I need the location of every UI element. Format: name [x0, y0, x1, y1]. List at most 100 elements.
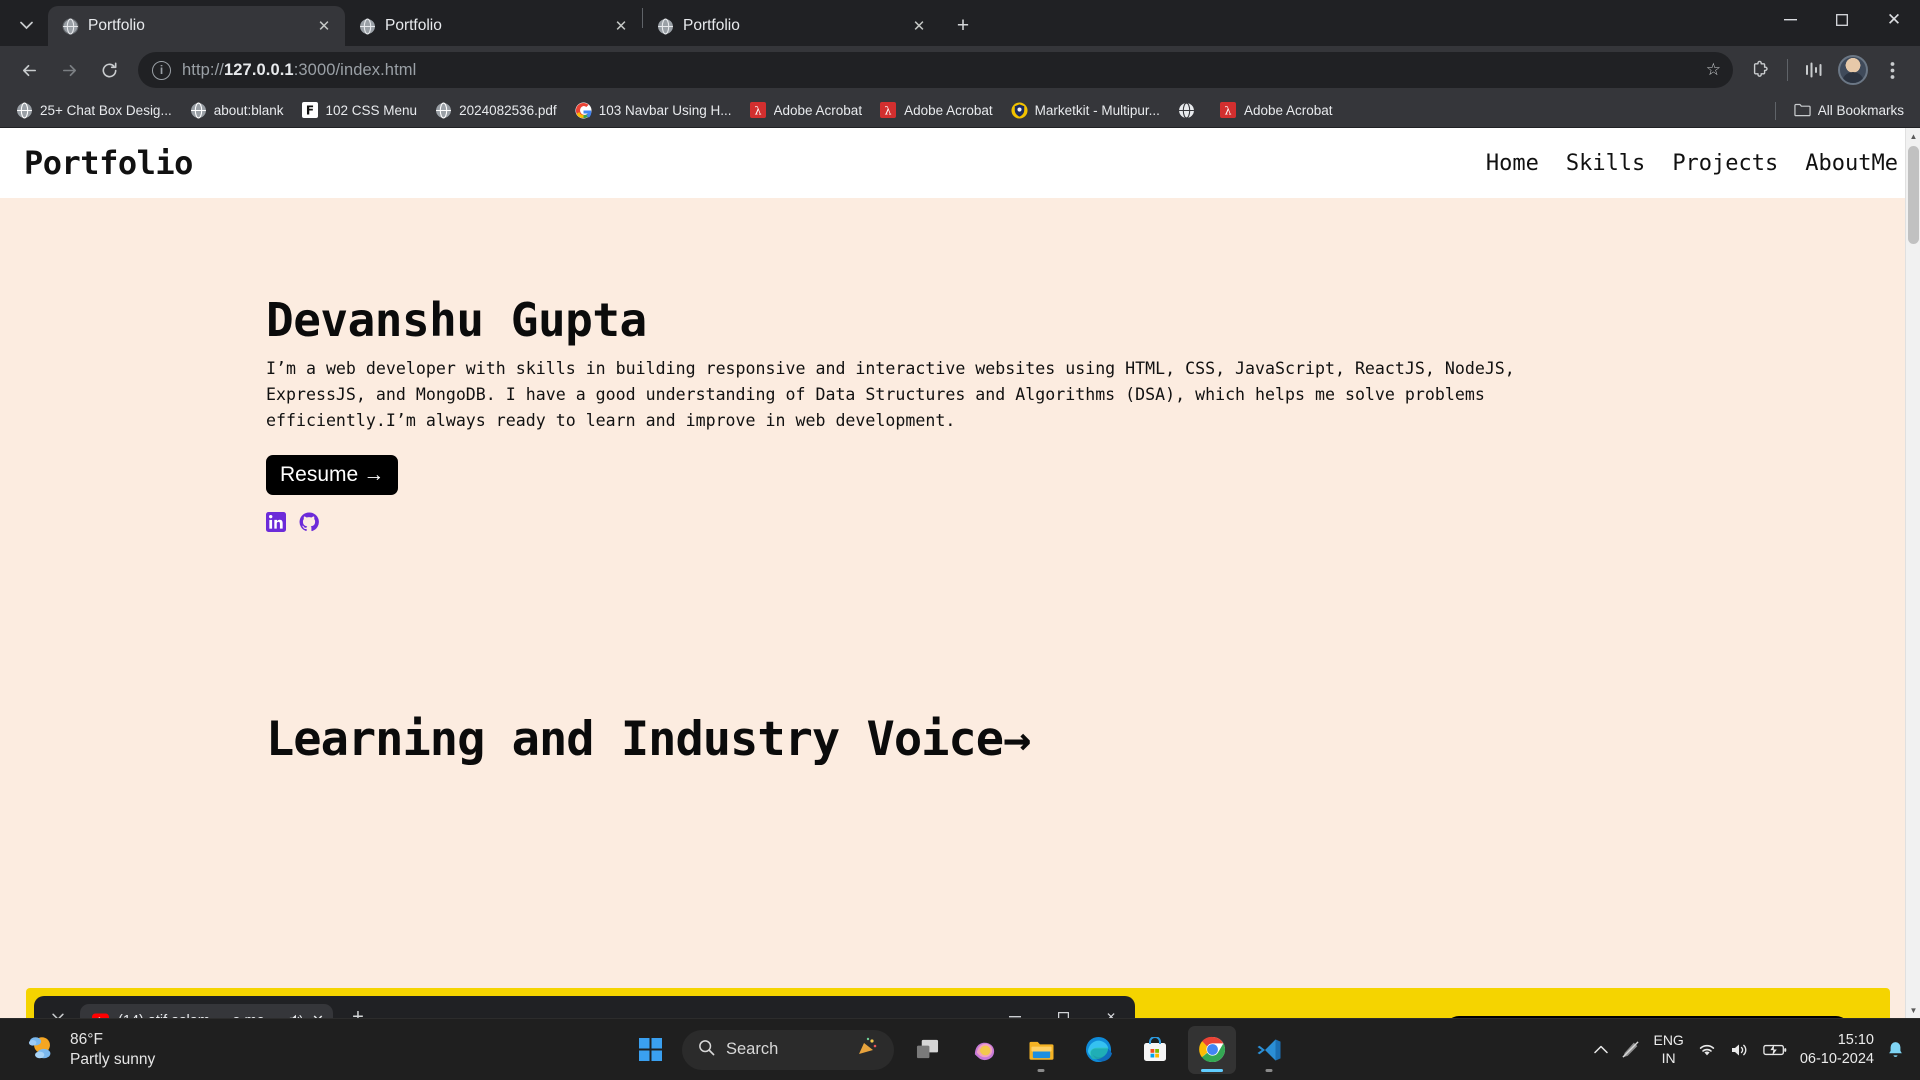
active-indicator [1201, 1068, 1223, 1072]
chrome-menu-icon[interactable] [1874, 52, 1910, 88]
browser-tab-1[interactable]: Portfolio ✕ [48, 6, 345, 46]
bookmarks-separator [1774, 101, 1776, 120]
bookmark-item[interactable]: 25+ Chat Box Desig... [8, 98, 180, 123]
taskbar-center: Search [627, 1025, 1293, 1074]
close-window-button[interactable]: ✕ [1868, 0, 1920, 40]
bookmark-item[interactable]: λ Adobe Acrobat [872, 98, 1001, 123]
nav-link-aboutme[interactable]: AboutMe [1805, 151, 1898, 176]
notifications-bell-icon[interactable] [1887, 1041, 1904, 1059]
bookmark-item[interactable]: F 102 CSS Menu [294, 98, 426, 123]
battery-charging-icon[interactable] [1763, 1043, 1787, 1057]
nav-link-projects[interactable]: Projects [1672, 151, 1778, 176]
scroll-up-icon[interactable]: ▲ [1906, 128, 1920, 144]
weather-text: 86°F Partly sunny [70, 1030, 155, 1069]
url-scheme: http:// [182, 60, 224, 79]
profile-avatar[interactable] [1838, 55, 1868, 85]
social-links [266, 512, 1920, 532]
bookmark-item[interactable]: about:blank [182, 98, 292, 123]
screen: Portfolio ✕ Portfolio ✕ Portfolio ✕ + ✕ … [0, 0, 1920, 1080]
bookmark-item[interactable]: λ Adobe Acrobat [1212, 98, 1341, 123]
site-header: Portfolio Home Skills Projects AboutMe [0, 128, 1920, 198]
clock-time: 15:10 [1837, 1031, 1874, 1048]
address-bar[interactable]: i http://127.0.0.1:3000/index.html ☆ [138, 52, 1733, 88]
bookmarks-bar: 25+ Chat Box Desig... about:blank F 102 … [0, 94, 1920, 128]
site-info-icon[interactable]: i [152, 60, 171, 80]
browser-tab-2[interactable]: Portfolio ✕ [345, 6, 642, 46]
page-viewport: Portfolio Home Skills Projects AboutMe D… [0, 128, 1920, 1018]
bookmark-star-icon[interactable]: ☆ [1706, 60, 1721, 80]
globe-icon [657, 18, 674, 35]
task-view-icon[interactable] [903, 1026, 951, 1074]
globe-icon [1178, 102, 1195, 119]
start-button[interactable] [627, 1027, 673, 1073]
clock-date: 06-10-2024 [1799, 1050, 1874, 1067]
url-path: :3000/index.html [293, 60, 417, 79]
taskbar-clock[interactable]: 15:10 06-10-2024 [1800, 1031, 1874, 1069]
tab-search-button[interactable] [4, 6, 48, 44]
vs-code-icon[interactable] [1245, 1026, 1293, 1074]
shield-icon [1011, 102, 1028, 119]
bookmark-label: 102 CSS Menu [325, 103, 418, 118]
maximize-button[interactable] [1816, 0, 1868, 40]
extensions-icon[interactable] [1743, 52, 1779, 88]
hero-bio: I’m a web developer with skills in build… [266, 359, 1515, 430]
media-controls-icon[interactable] [1796, 52, 1832, 88]
search-placeholder: Search [726, 1040, 779, 1058]
page-scrollbar[interactable]: ▲ ▼ [1905, 128, 1920, 1018]
show-hidden-icons-button[interactable] [1594, 1045, 1609, 1054]
all-bookmarks-label: All Bookmarks [1817, 103, 1904, 118]
all-bookmarks-button[interactable]: All Bookmarks [1786, 98, 1912, 123]
close-icon[interactable]: ✕ [610, 15, 632, 37]
search-input[interactable]: Search [682, 1029, 894, 1070]
partly-sunny-icon [26, 1033, 58, 1066]
github-icon[interactable] [299, 512, 319, 532]
bookmark-item[interactable]: λ Adobe Acrobat [742, 98, 871, 123]
tab-title: Portfolio [385, 17, 442, 34]
globe-icon [62, 18, 79, 35]
new-tab-button[interactable]: + [946, 9, 980, 43]
resume-button[interactable]: Resume → [266, 455, 399, 495]
microsoft-edge-icon[interactable] [1074, 1026, 1122, 1074]
language-indicator[interactable]: ENG IN [1653, 1032, 1683, 1067]
bookmark-label: 25+ Chat Box Desig... [40, 103, 172, 118]
close-icon[interactable]: ✕ [908, 15, 930, 37]
running-indicator [1265, 1068, 1273, 1072]
bookmark-label: 2024082536.pdf [459, 103, 557, 118]
nav-link-skills[interactable]: Skills [1566, 151, 1645, 176]
minimize-button[interactable] [1764, 0, 1816, 40]
hero-section: Devanshu Gupta I’m a web developer with … [0, 198, 1920, 532]
close-icon[interactable]: ✕ [313, 15, 335, 37]
google-chrome-icon[interactable] [1188, 1025, 1236, 1074]
weather-temperature: 86°F [70, 1031, 103, 1049]
site-brand: Portfolio [24, 144, 193, 182]
microsoft-store-icon[interactable] [1131, 1026, 1179, 1074]
scroll-down-icon[interactable]: ▼ [1906, 1002, 1920, 1018]
bookmark-label: Adobe Acrobat [904, 103, 993, 118]
copilot-icon[interactable] [960, 1026, 1008, 1074]
wifi-icon[interactable] [1697, 1042, 1717, 1058]
back-button[interactable] [10, 51, 48, 89]
reload-button[interactable] [90, 51, 128, 89]
forward-button[interactable] [50, 51, 88, 89]
bookmark-item[interactable]: 103 Navbar Using H... [567, 98, 740, 123]
file-explorer-icon[interactable] [1017, 1026, 1065, 1074]
acrobat-icon: λ [1219, 102, 1237, 119]
bookmark-label: Adobe Acrobat [773, 103, 863, 118]
globe-icon [435, 102, 452, 119]
volume-icon[interactable] [1730, 1042, 1750, 1058]
scrollbar-thumb[interactable] [1908, 146, 1919, 244]
weather-widget[interactable]: 86°F Partly sunny [0, 1030, 155, 1069]
linkedin-icon[interactable] [266, 512, 286, 532]
language-top: ENG [1653, 1032, 1684, 1048]
browser-tab-3[interactable]: Portfolio ✕ [643, 6, 940, 46]
bookmark-label: 103 Navbar Using H... [598, 103, 732, 118]
page-title: Devanshu Gupta [266, 293, 647, 347]
nav-link-home[interactable]: Home [1486, 151, 1539, 176]
bookmark-item[interactable]: 2024082536.pdf [427, 98, 565, 123]
pen-disabled-icon[interactable] [1621, 1040, 1640, 1059]
bookmark-label: Adobe Acrobat [1243, 103, 1333, 118]
bookmark-item[interactable] [1170, 98, 1210, 123]
bookmark-item[interactable]: Marketkit - Multipur... [1003, 98, 1168, 123]
bookmark-label: about:blank [213, 103, 284, 118]
windows-taskbar: 86°F Partly sunny Search ENG IN 15:10 06… [0, 1018, 1920, 1080]
